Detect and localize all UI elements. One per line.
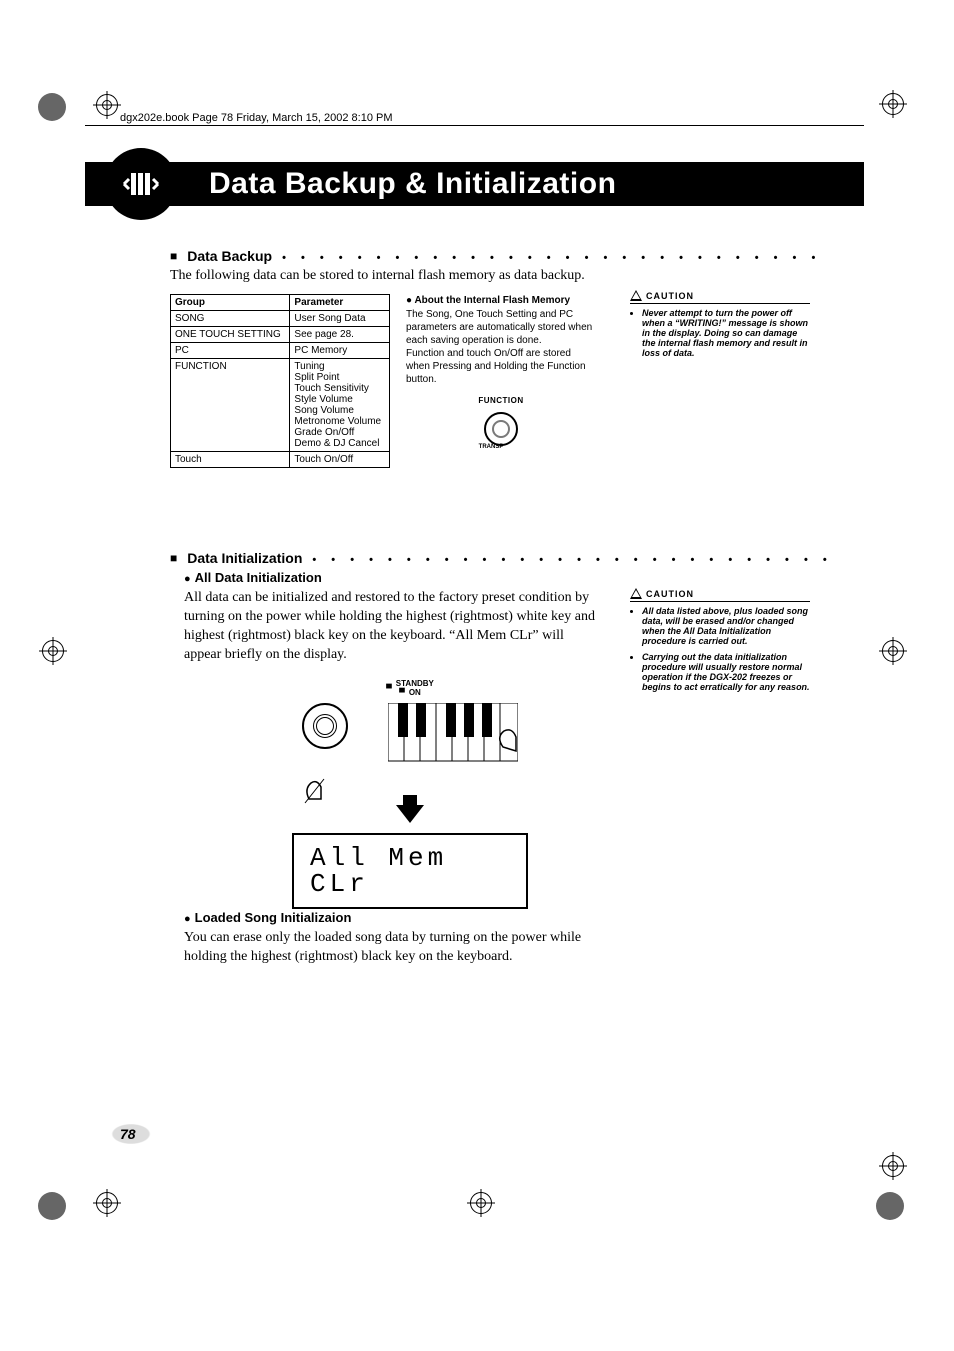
on-icon: ▀ <box>399 688 405 697</box>
registration-mark-icon <box>882 640 904 662</box>
section-heading: Data Backup <box>187 248 272 264</box>
initialization-diagram: ▄ STANDBY ▀ ON <box>270 679 550 909</box>
flash-memory-note: ● About the Internal Flash Memory The So… <box>406 294 596 454</box>
leader-dots: • • • • • • • • • • • • • • • • • • • • … <box>312 554 830 566</box>
table-head-group: Group <box>171 295 290 311</box>
running-header: dgx202e.book Page 78 Friday, March 15, 2… <box>120 112 393 124</box>
section-loaded-song-init: ●Loaded Song Initializaion You can erase… <box>170 908 830 981</box>
table-row: ONE TOUCH SETTINGSee page 28. <box>171 327 390 343</box>
page-title: Data Backup & Initialization <box>209 167 616 201</box>
registration-mark-icon <box>42 640 64 662</box>
registration-mark-icon <box>470 1192 492 1214</box>
section-heading: Data Initialization <box>187 550 302 566</box>
warning-icon <box>630 290 642 301</box>
caution-item: Never attempt to turn the power off when… <box>642 308 810 358</box>
power-button-icon <box>302 703 348 749</box>
crop-mark-icon <box>38 1192 66 1220</box>
table-row: PCPC Memory <box>171 343 390 359</box>
keyboard-icon <box>388 703 518 767</box>
page-number: 78 <box>120 1126 136 1142</box>
lcd-display: All Mem CLr <box>292 833 528 909</box>
hand-icon <box>299 769 339 809</box>
backup-table: Group Parameter SONGUser Song Data ONE T… <box>170 294 390 468</box>
flash-memory-body: The Song, One Touch Setting and PC param… <box>406 308 596 386</box>
square-bullet-icon: ■ <box>170 249 177 263</box>
registration-mark-icon <box>882 93 904 115</box>
transpose-label: TRANSP <box>396 444 586 452</box>
title-band: Data Backup & Initialization <box>85 162 864 206</box>
round-bullet-icon: ● <box>184 913 191 925</box>
caution-box: CAUTION Never attempt to turn the power … <box>630 290 810 364</box>
all-data-init-body: All data can be initialized and restored… <box>184 589 604 665</box>
registration-mark-icon <box>882 1155 904 1177</box>
function-label: FUNCTION <box>406 396 596 406</box>
crop-mark-icon <box>38 93 66 121</box>
table-row: SONGUser Song Data <box>171 311 390 327</box>
down-arrow-icon <box>396 805 424 823</box>
section-badge-icon <box>105 148 177 220</box>
square-bullet-icon: ■ <box>170 551 177 565</box>
round-bullet-icon: ● <box>184 573 191 585</box>
warning-icon <box>630 588 642 599</box>
table-row: TouchTouch On/Off <box>171 452 390 468</box>
caution-item: Carrying out the data initialization pro… <box>642 652 810 692</box>
table-head-parameter: Parameter <box>290 295 390 311</box>
loaded-song-body: You can erase only the loaded song data … <box>184 929 614 967</box>
registration-mark-icon <box>96 94 118 116</box>
crop-mark-icon <box>876 1192 904 1220</box>
caution-box: CAUTION All data listed above, plus load… <box>630 588 810 698</box>
caution-item: All data listed above, plus loaded song … <box>642 606 810 646</box>
section-intro: The following data can be stored to inte… <box>170 268 830 284</box>
standby-icon: ▄ <box>386 679 392 688</box>
function-button-icon <box>484 412 518 446</box>
leader-dots: • • • • • • • • • • • • • • • • • • • • … <box>282 252 830 264</box>
registration-mark-icon <box>96 1192 118 1214</box>
table-row: FUNCTIONTuning Split Point Touch Sensiti… <box>171 359 390 452</box>
header-rule <box>85 125 864 126</box>
